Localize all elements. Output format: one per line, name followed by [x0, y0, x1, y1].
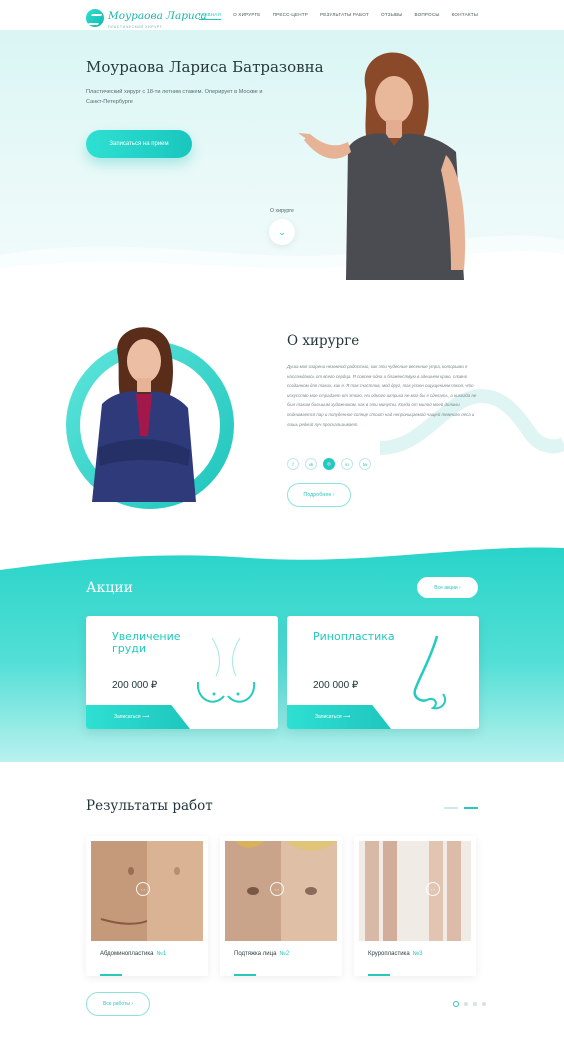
- result-card[interactable]: ‹ › Подтяжка лица №2: [220, 836, 342, 976]
- scroll-down-button[interactable]: ⌄: [269, 219, 295, 245]
- result-number: №3: [412, 951, 423, 957]
- about-title: О хирурге: [287, 333, 360, 349]
- nav-item-questions[interactable]: Вопросы: [415, 12, 440, 17]
- pagination-dot[interactable]: [482, 1002, 486, 1006]
- site-header: Моураова Лариса пластический хирург Глав…: [0, 0, 564, 30]
- result-underline: [234, 974, 256, 976]
- promo-card-breast[interactable]: Увеличение груди 200 000 ₽ Записаться ⟶: [86, 616, 278, 729]
- result-caption: Круропластика №3: [368, 951, 422, 957]
- promo-card-title: Ринопластика: [313, 630, 395, 643]
- promo-signup-button[interactable]: Записаться ⟶: [287, 705, 391, 729]
- compare-handle-icon[interactable]: ‹ ›: [136, 882, 150, 896]
- promo-signup-button[interactable]: Записаться ⟶: [86, 705, 190, 729]
- result-caption: Подтяжка лица №2: [234, 951, 289, 957]
- pagination-dot[interactable]: [473, 1002, 477, 1006]
- slider-line[interactable]: [444, 807, 458, 809]
- nose-outline-icon: [413, 635, 447, 710]
- results-title: Результаты работ: [86, 798, 213, 814]
- facebook-icon[interactable]: f: [287, 458, 299, 470]
- nav-item-contacts[interactable]: Контакты: [452, 12, 478, 17]
- book-appointment-button[interactable]: Записаться на прием: [86, 130, 192, 158]
- result-number: №1: [156, 951, 167, 957]
- promo-card-rhinoplasty[interactable]: Ринопластика 200 000 ₽ Записаться ⟶: [287, 616, 479, 729]
- compare-handle-icon[interactable]: ‹ ›: [426, 882, 440, 896]
- result-underline: [100, 974, 122, 976]
- results-pagination: [453, 1001, 486, 1007]
- hero-description: Пластический хирург с 18-ти летним стаже…: [86, 89, 263, 105]
- logo-mark-icon: [86, 8, 104, 27]
- main-nav: Главная О хирурге Пресс-центр Результаты…: [198, 12, 478, 20]
- about-surgeon-photo: [92, 327, 196, 502]
- promo-section: [0, 540, 564, 762]
- pagination-dot[interactable]: [453, 1001, 459, 1007]
- promo-card-price: 200 000 ₽: [112, 680, 158, 691]
- promo-card-title: Увеличение груди: [112, 630, 181, 655]
- nav-item-about[interactable]: О хирурге: [233, 12, 261, 17]
- result-label: Круропластика: [368, 951, 410, 957]
- twitter-icon[interactable]: tw: [359, 458, 371, 470]
- nav-item-reviews[interactable]: Отзывы: [381, 12, 403, 17]
- linkedin-icon[interactable]: in: [341, 458, 353, 470]
- about-text: Душа моя озарена неземной радостью, как …: [287, 364, 477, 427]
- results-slider-indicator: [444, 807, 478, 809]
- compare-handle-icon[interactable]: ‹ ›: [270, 882, 284, 896]
- result-before-after-image: [359, 841, 471, 941]
- result-card[interactable]: ‹ › Круропластика №3: [354, 836, 476, 976]
- chevron-down-icon: ⌄: [278, 226, 286, 237]
- result-card[interactable]: ‹ › Абдоминопластика №1: [86, 836, 208, 976]
- all-promos-button[interactable]: Все акции ›: [417, 577, 478, 598]
- nav-item-results[interactable]: Результаты работ: [320, 12, 369, 17]
- vk-icon[interactable]: vk: [305, 458, 317, 470]
- nav-item-press[interactable]: Пресс-центр: [273, 12, 308, 17]
- pagination-dot[interactable]: [464, 1002, 468, 1006]
- about-more-button[interactable]: Подробнее ›: [287, 483, 351, 507]
- all-works-button[interactable]: Все работы ›: [86, 992, 150, 1016]
- promo-title: Акции: [86, 580, 134, 596]
- logo-subtitle: пластический хирург: [108, 25, 163, 29]
- promo-card-price: 200 000 ₽: [313, 680, 359, 691]
- slider-line-active[interactable]: [464, 807, 478, 809]
- scroll-label: О хирурге: [270, 208, 294, 214]
- nav-item-home[interactable]: Главная: [198, 12, 222, 20]
- logo-wordmark: Моураова Лариса пластический хирург: [108, 6, 207, 29]
- result-label: Абдоминопластика: [100, 951, 154, 957]
- hero-title: Моураова Лариса Батразовна: [86, 58, 324, 76]
- result-caption: Абдоминопластика №1: [100, 951, 166, 957]
- breast-outline-icon: [196, 637, 256, 703]
- social-links: f vk ◎ in tw: [287, 458, 371, 470]
- result-underline: [368, 974, 390, 976]
- logo[interactable]: Моураова Лариса пластический хирург: [86, 6, 207, 29]
- result-label: Подтяжка лица: [234, 951, 277, 957]
- instagram-icon[interactable]: ◎: [323, 458, 335, 470]
- logo-title: Моураова Лариса: [108, 10, 207, 22]
- promo-top-wave: [0, 540, 564, 570]
- result-number: №2: [279, 951, 290, 957]
- hero-surgeon-photo: [298, 52, 466, 280]
